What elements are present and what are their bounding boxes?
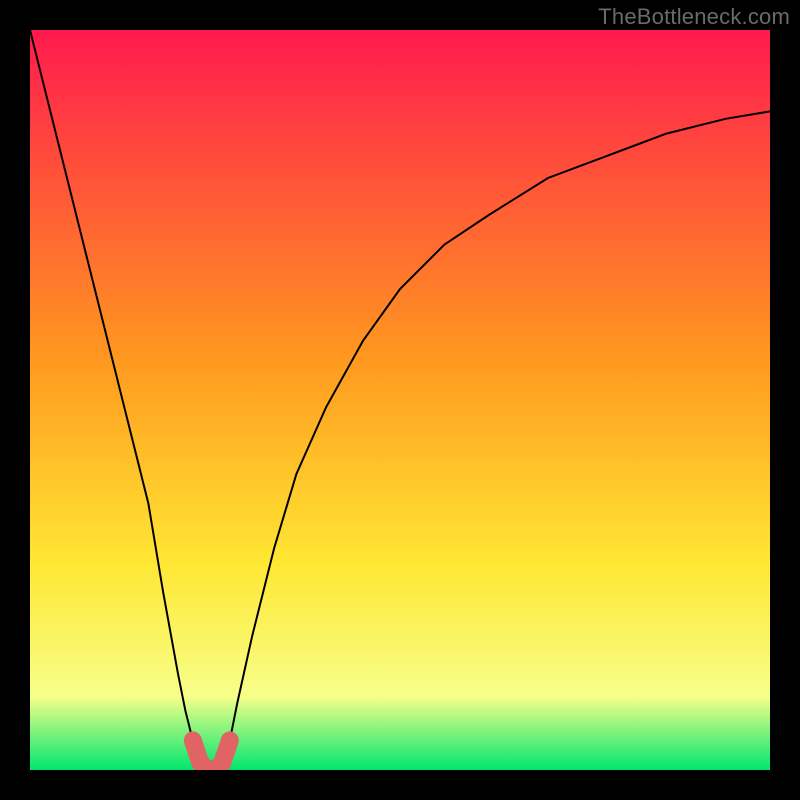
watermark-text: TheBottleneck.com — [598, 4, 790, 30]
bottleneck-chart — [30, 30, 770, 770]
chart-frame: TheBottleneck.com — [0, 0, 800, 800]
gradient-background — [30, 30, 770, 770]
plot-area — [30, 30, 770, 770]
